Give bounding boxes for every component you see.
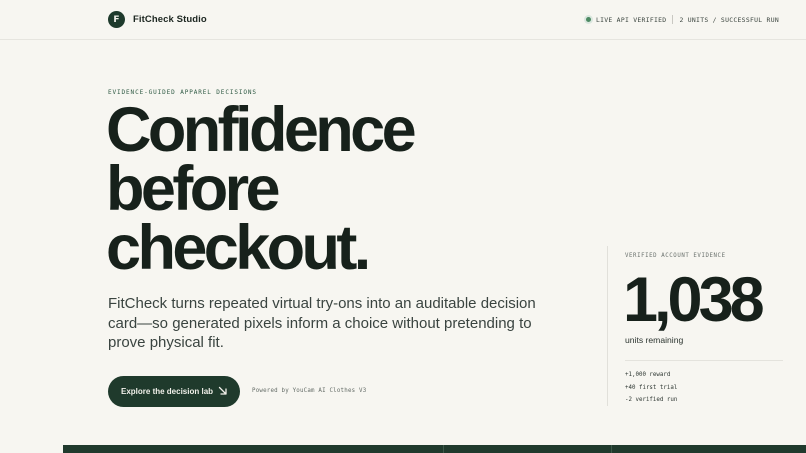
- headline-line-2: before: [106, 154, 281, 224]
- status-divider: [672, 15, 674, 24]
- ledger-item: +40 first trial: [625, 384, 678, 391]
- units-caption: units remaining: [625, 335, 684, 345]
- api-status: LIVE API VERIFIED 2 UNITS / SUCCESSFUL R…: [585, 15, 779, 24]
- evidence-ledger: +1,000 reward +40 first trial -2 verifie…: [625, 369, 677, 407]
- brand-name: FitCheck Studio: [133, 14, 207, 25]
- brand[interactable]: F FitCheck Studio: [108, 11, 207, 28]
- headline-line-1: Confidence: [106, 95, 417, 165]
- top-bar: F FitCheck Studio LIVE API VERIFIED 2 UN…: [0, 0, 806, 40]
- status-units: 2 UNITS / SUCCESSFUL RUN: [679, 15, 779, 24]
- arrow-down-right-icon: [218, 386, 227, 395]
- units-count: 1,038: [623, 265, 765, 335]
- footer-divider: [611, 445, 612, 453]
- footer-band: [63, 445, 806, 453]
- evidence-card: VERIFIED ACCOUNT EVIDENCE 1,038 units re…: [607, 246, 806, 406]
- ledger-item: -2 verified run: [625, 397, 678, 403]
- status-live: LIVE API VERIFIED: [595, 15, 667, 24]
- evidence-label: VERIFIED ACCOUNT EVIDENCE: [625, 253, 726, 259]
- headline-line-3: checkout.: [106, 213, 371, 283]
- cta-label: Explore the decision lab: [121, 387, 214, 396]
- live-dot-icon: [585, 17, 591, 22]
- ledger-item: +1,000 reward: [625, 372, 671, 378]
- footer-divider: [443, 445, 444, 453]
- explore-decision-lab-button[interactable]: Explore the decision lab: [108, 376, 240, 407]
- hero-lede: FitCheck turns repeated virtual try-ons …: [108, 295, 536, 351]
- brand-logo: F: [108, 11, 125, 28]
- hero-headline: Confidence before checkout.: [106, 95, 566, 283]
- powered-by: Powered by YouCam AI Clothes V3: [252, 388, 367, 394]
- evidence-divider: [625, 360, 783, 361]
